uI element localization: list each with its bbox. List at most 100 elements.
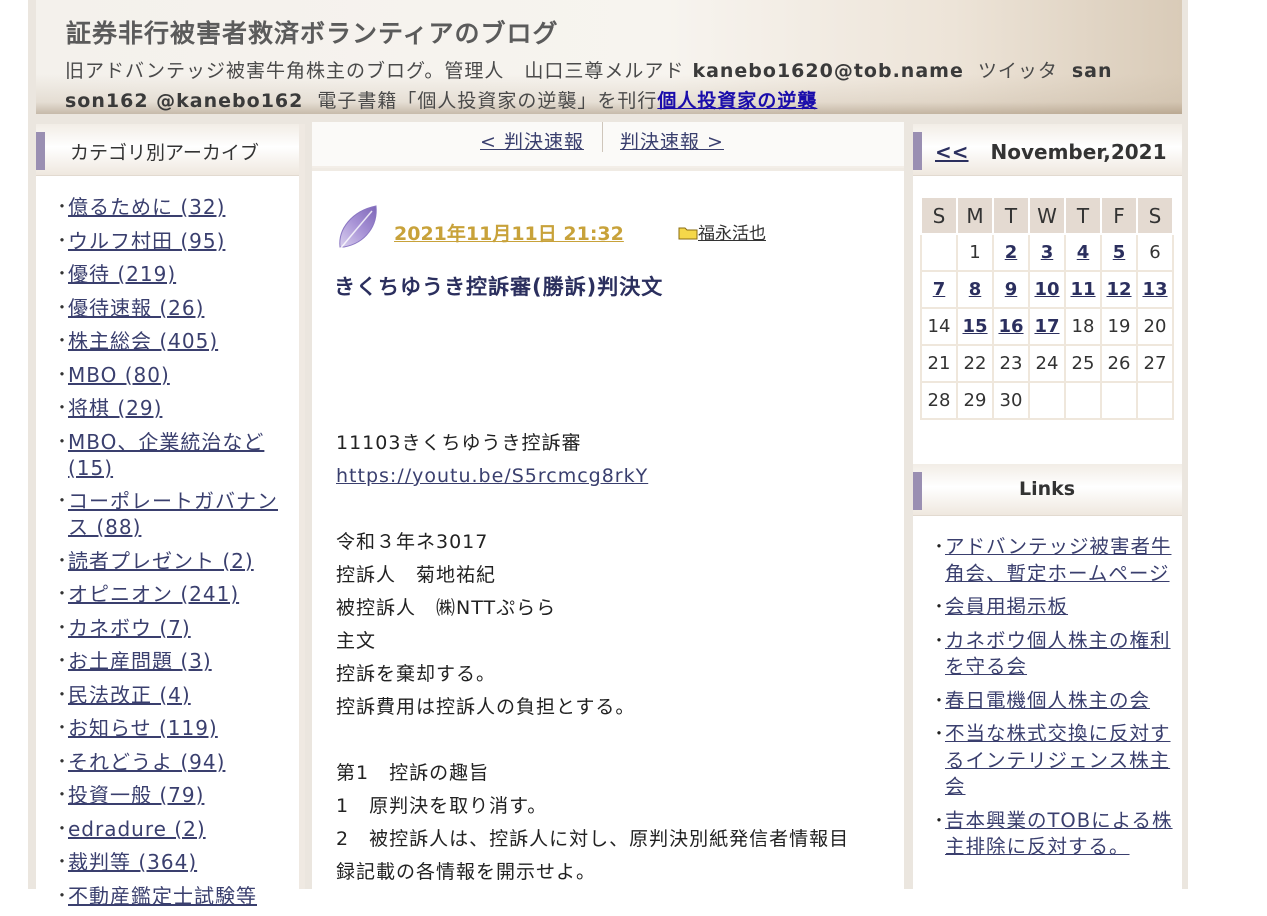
calendar-weekday: M — [956, 196, 994, 235]
category-link[interactable]: コーポレートガバナンス (88) — [68, 488, 290, 540]
category-link[interactable]: それどうよ (94) — [68, 749, 225, 775]
category-link[interactable]: 民法改正 (4) — [68, 682, 191, 708]
calendar-day-link[interactable]: 12 — [1106, 279, 1131, 300]
external-link[interactable]: アドバンテッジ被害者牛角会、暫定ホームページ — [945, 534, 1176, 587]
folder-icon — [678, 227, 698, 240]
category-link[interactable]: 億るために (32) — [68, 194, 225, 220]
calendar-day: 5 — [1100, 233, 1138, 272]
category-link[interactable]: MBO、企業統治など (15) — [68, 429, 290, 481]
desc-text-2: ツイッタ — [977, 60, 1058, 82]
calendar-day-link[interactable]: 7 — [933, 279, 946, 300]
calendar-body: 1 2 3 4 5 6 7 8 9 10 11 12 13 14 15 16 17 18 19 20 21 22 23 24 2… — [920, 233, 1174, 420]
calendar-week: 123456 — [920, 233, 1174, 272]
calendar-day: 20 — [1136, 307, 1174, 346]
pager-divider — [602, 122, 603, 152]
category-link[interactable]: 不動産鑑定士試験等 — [68, 883, 257, 909]
links-header: Links — [913, 464, 1182, 516]
calendar-day-link[interactable]: 11 — [1070, 279, 1095, 300]
link-item: ・アドバンテッジ被害者牛角会、暫定ホームページ — [931, 534, 1176, 587]
calendar-day-link[interactable]: 3 — [1041, 242, 1054, 263]
post-date[interactable]: 2021年11月11日 21:32 — [394, 219, 624, 246]
category-item: ・ MBO、企業統治など (15) — [54, 429, 290, 481]
prev-post-link[interactable]: < 判決速報 — [480, 127, 584, 154]
bullet: ・ — [54, 718, 71, 737]
links-list: ・アドバンテッジ被害者牛角会、暫定ホームページ・会員用掲示板・カネボウ個人株主の… — [931, 534, 1176, 868]
bullet: ・ — [931, 810, 948, 830]
calendar-day-link[interactable]: 13 — [1142, 279, 1167, 300]
calendar-day — [1136, 381, 1174, 420]
calendar-day: 29 — [956, 381, 994, 420]
calendar-day-link[interactable]: 2 — [1005, 242, 1018, 263]
calendar-day-link[interactable]: 4 — [1077, 242, 1090, 263]
bullet: ・ — [931, 724, 948, 743]
category-item: ・読者プレゼント (2) — [54, 548, 290, 574]
category-item: ・裁判等 (364) — [54, 849, 290, 875]
calendar-day-link[interactable]: 8 — [969, 279, 982, 300]
bullet: ・ — [54, 491, 71, 510]
blog-description: 旧アドバンテッジ被害牛角株主のブログ。管理人 山口三尊メルアド kanebo162… — [65, 56, 1155, 114]
calendar-prev-link[interactable]: << — [935, 140, 969, 164]
calendar-day-link[interactable]: 17 — [1034, 316, 1059, 337]
category-link[interactable]: 投資一般 (79) — [68, 782, 204, 808]
external-link[interactable]: 会員用掲示板 — [945, 594, 1068, 621]
category-link[interactable]: 優待速報 (26) — [68, 295, 204, 321]
category-link[interactable]: 将棋 (29) — [68, 395, 162, 421]
external-link[interactable]: カネボウ個人株主の権利を守る会 — [945, 628, 1176, 681]
calendar-day: 2 — [992, 233, 1030, 272]
calendar-day: 4 — [1064, 233, 1102, 272]
calendar-day-link[interactable]: 16 — [998, 316, 1023, 337]
post-category-link[interactable]: 福永活也 — [698, 224, 766, 244]
bullet: ・ — [54, 684, 71, 704]
category-link[interactable]: edradure (2) — [68, 816, 206, 842]
category-link[interactable]: 株主総会 (405) — [68, 328, 218, 354]
category-list: ・億るために (32) ・ウルフ村田 (95) ・優待 (219) ・優待速報 (26… — [54, 194, 290, 916]
category-link[interactable]: お知らせ (119) — [68, 715, 218, 741]
link-item: ・吉本興業のTOBによる株主排除に反対する。 — [931, 808, 1176, 861]
category-link[interactable]: ウルフ村田 (95) — [68, 228, 225, 254]
book-link[interactable]: 個人投資家の逆襲 — [657, 90, 817, 112]
youtube-link[interactable]: https://youtu.be/S5rcmcg8rkY — [336, 465, 648, 487]
calendar-day-link[interactable]: 9 — [1005, 279, 1018, 300]
category-item: ・お土産問題 (3) — [54, 648, 290, 674]
header-accent-bar — [913, 132, 922, 170]
category-item: ・優待速報 (26) — [54, 295, 290, 321]
bullet: ・ — [54, 852, 71, 871]
link-item: ・カネボウ個人株主の権利を守る会 — [931, 628, 1176, 681]
bullet: ・ — [931, 690, 948, 710]
calendar-day: 9 — [992, 270, 1030, 309]
calendar-week: 28 29 30 — [920, 381, 1174, 420]
header-accent-bar — [913, 472, 922, 510]
post-line: 11103きくちゆうき控訴審 — [336, 432, 582, 454]
calendar-weekday: T — [1064, 196, 1102, 235]
category-link[interactable]: 読者プレゼント (2) — [68, 548, 254, 574]
category-link[interactable]: お土産問題 (3) — [68, 648, 212, 674]
category-item: ・民法改正 (4) — [54, 682, 290, 708]
post-line: https://youtu.be/S5rcmcg8rkY — [336, 460, 886, 493]
category-item: ・不動産鑑定士試験等 — [54, 883, 290, 909]
category-item: ・それどうよ (94) — [54, 749, 290, 775]
external-link[interactable]: 吉本興業のTOBによる株主排除に反対する。 — [945, 808, 1176, 861]
blog-title[interactable]: 証券非行被害者救済ボランティアのブログ — [66, 14, 559, 50]
calendar-day-link[interactable]: 15 — [962, 316, 987, 337]
category-link[interactable]: カネボウ (7) — [68, 615, 191, 641]
main-content: < 判決速報 判決速報 > 2021年11月11日 21:32 福永活也 きくち… — [312, 122, 904, 889]
category-item: ・オピニオン (241) — [54, 581, 290, 607]
header-accent-bar — [36, 132, 45, 170]
post-line: 控訴人 菊地祐紀 — [336, 564, 497, 586]
external-link[interactable]: 不当な株式交換に反対するインテリジェンス株主会 — [945, 721, 1176, 801]
category-item: ・優待 (219) — [54, 261, 290, 287]
next-post-link[interactable]: 判決速報 > — [620, 127, 724, 154]
post-line: 1 原判決を取り消す。 — [336, 795, 548, 817]
category-link[interactable]: 優待 (219) — [68, 261, 176, 287]
calendar-day: 1 — [956, 233, 994, 272]
calendar-table: SMTWTFS 1 2 3 4 5 6 7 8 9 10 11 12 13 14 15 16 17 18 19 20 2… — [920, 196, 1174, 420]
calendar-day-link[interactable]: 5 — [1113, 242, 1126, 263]
calendar-weekday: W — [1028, 196, 1066, 235]
category-link[interactable]: 裁判等 (364) — [68, 849, 197, 875]
external-link[interactable]: 春日電機個人株主の会 — [945, 688, 1150, 715]
calendar-day-link[interactable]: 10 — [1034, 279, 1059, 300]
category-link[interactable]: オピニオン (241) — [68, 581, 239, 607]
category-archive-header: カテゴリ別アーカイブ — [36, 124, 299, 176]
category-link[interactable]: MBO (80) — [68, 362, 170, 388]
calendar-day: 16 — [992, 307, 1030, 346]
